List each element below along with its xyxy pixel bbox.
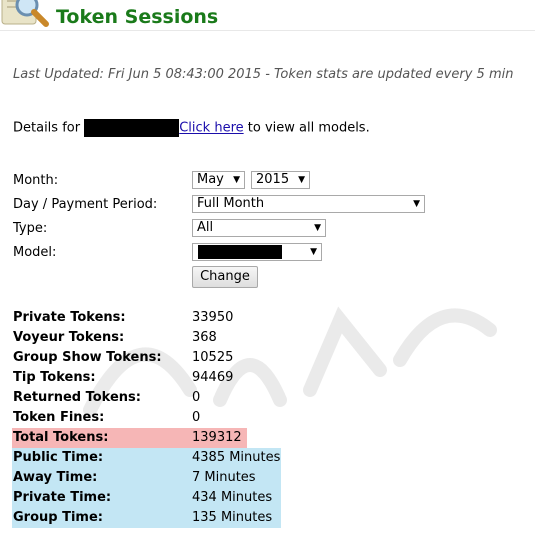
view-all-models-link[interactable]: Click here bbox=[179, 121, 243, 136]
page-title: Token Sessions bbox=[56, 6, 219, 28]
type-select-value: All bbox=[197, 220, 214, 235]
last-updated-text: Last Updated: Fri Jun 5 08:43:00 2015 - … bbox=[13, 67, 514, 82]
stat-label: Group Time: bbox=[13, 510, 103, 525]
period-select[interactable]: Full Month ▼ bbox=[192, 195, 425, 213]
dropdown-arrow-icon: ▼ bbox=[298, 175, 305, 185]
dropdown-arrow-icon: ▼ bbox=[314, 223, 321, 233]
stat-value: 4385 Minutes bbox=[192, 450, 281, 465]
redacted-name bbox=[84, 119, 180, 137]
stat-label: Voyeur Tokens: bbox=[13, 330, 125, 345]
period-select-value: Full Month bbox=[197, 196, 265, 211]
stat-value: 368 bbox=[192, 330, 217, 345]
month-label: Month: bbox=[13, 173, 59, 188]
stat-label: Public Time: bbox=[13, 450, 104, 465]
type-select[interactable]: All ▼ bbox=[192, 219, 326, 237]
stat-label: Private Time: bbox=[13, 490, 112, 505]
magnifier-icon bbox=[1, 0, 49, 27]
stat-value: 7 Minutes bbox=[192, 470, 256, 485]
stat-value: 10525 bbox=[192, 350, 234, 365]
month-select[interactable]: May ▼ bbox=[192, 171, 245, 189]
dropdown-arrow-icon: ▼ bbox=[310, 247, 317, 257]
stat-label: Group Show Tokens: bbox=[13, 350, 162, 365]
details-line: Details for Click here to view all model… bbox=[13, 119, 370, 137]
year-select-value: 2015 bbox=[256, 172, 290, 187]
details-prefix: Details for bbox=[13, 120, 81, 136]
stat-value: 434 Minutes bbox=[192, 490, 273, 505]
stat-value: 0 bbox=[192, 410, 201, 425]
model-select[interactable]: ▼ bbox=[192, 243, 322, 261]
header-divider bbox=[0, 30, 535, 31]
dropdown-arrow-icon: ▼ bbox=[233, 175, 240, 185]
stat-label: Tip Tokens: bbox=[13, 370, 96, 385]
stat-label: Total Tokens: bbox=[13, 430, 109, 445]
dropdown-arrow-icon: ▼ bbox=[413, 199, 420, 209]
stat-value: 33950 bbox=[192, 310, 234, 325]
stat-value: 139312 bbox=[192, 430, 242, 445]
stat-value: 135 Minutes bbox=[192, 510, 273, 525]
change-button[interactable]: Change bbox=[192, 266, 258, 288]
page-header: Token Sessions bbox=[0, 0, 535, 30]
stat-row-total-tokens: Total Tokens: 139312 bbox=[12, 428, 247, 448]
stat-row-group-time: Group Time: 135 Minutes bbox=[12, 508, 281, 528]
stat-value: 94469 bbox=[192, 370, 234, 385]
stat-row-public-time: Public Time: 4385 Minutes bbox=[12, 448, 281, 468]
stat-label: Token Fines: bbox=[13, 410, 105, 425]
year-select[interactable]: 2015 ▼ bbox=[251, 171, 310, 189]
stat-value: 0 bbox=[192, 390, 201, 405]
redacted-model-name bbox=[198, 244, 282, 259]
model-label: Model: bbox=[13, 245, 57, 260]
period-label: Day / Payment Period: bbox=[13, 197, 158, 212]
stat-label: Away Time: bbox=[13, 470, 98, 485]
stat-row-away-time: Away Time: 7 Minutes bbox=[12, 468, 281, 488]
stat-label: Returned Tokens: bbox=[13, 390, 141, 405]
type-label: Type: bbox=[13, 221, 48, 236]
month-select-value: May bbox=[197, 172, 224, 187]
stat-row-private-time: Private Time: 434 Minutes bbox=[12, 488, 281, 508]
details-suffix: to view all models. bbox=[243, 120, 370, 136]
stat-label: Private Tokens: bbox=[13, 310, 126, 325]
